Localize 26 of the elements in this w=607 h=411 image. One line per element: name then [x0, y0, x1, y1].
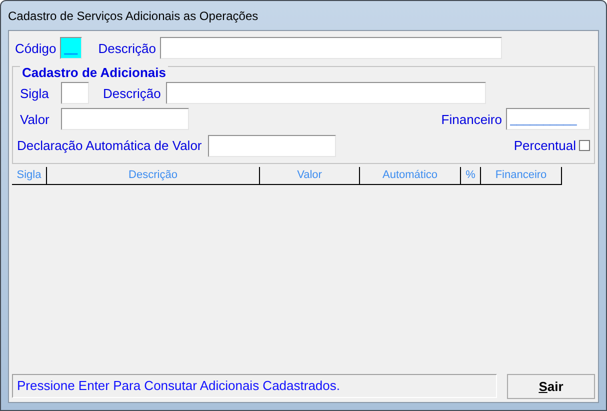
auto-value-field[interactable] — [208, 134, 336, 157]
status-bar: Pressione Enter Para Consutar Adicionais Cadastrados. — [12, 374, 497, 398]
column-header[interactable]: Sigla — [12, 167, 47, 184]
description-field[interactable] — [160, 37, 502, 59]
column-header[interactable]: Valor — [260, 167, 360, 184]
financeiro-field[interactable]: __________ — [506, 108, 590, 130]
column-header[interactable]: Financeiro — [481, 167, 562, 184]
column-header[interactable]: % — [461, 167, 481, 184]
exit-button[interactable]: Sair — [507, 374, 595, 398]
auto-value-label: Declaração Automática de Valor — [16, 138, 202, 154]
financeiro-label: Financeiro — [441, 112, 502, 127]
valor-field[interactable] — [61, 108, 189, 130]
sigla-label: Sigla — [19, 86, 50, 101]
valor-label: Valor — [19, 112, 50, 127]
group-title: Cadastro de Adicionais — [20, 65, 168, 80]
description-field[interactable] — [166, 82, 486, 104]
sigla-field[interactable] — [61, 82, 89, 104]
percentual-checkbox[interactable] — [579, 140, 590, 152]
window-title: Cadastro de Serviços Adicionais as Operações — [8, 8, 258, 22]
description-label: Descrição — [103, 86, 161, 101]
percentual-label: Percentual — [514, 138, 576, 154]
code-label: Código — [15, 40, 56, 56]
code-field[interactable]: __ — [60, 37, 82, 59]
description-label: Descrição — [98, 40, 156, 56]
column-header[interactable]: Automático — [360, 167, 461, 184]
column-header[interactable]: Descrição — [47, 167, 260, 184]
